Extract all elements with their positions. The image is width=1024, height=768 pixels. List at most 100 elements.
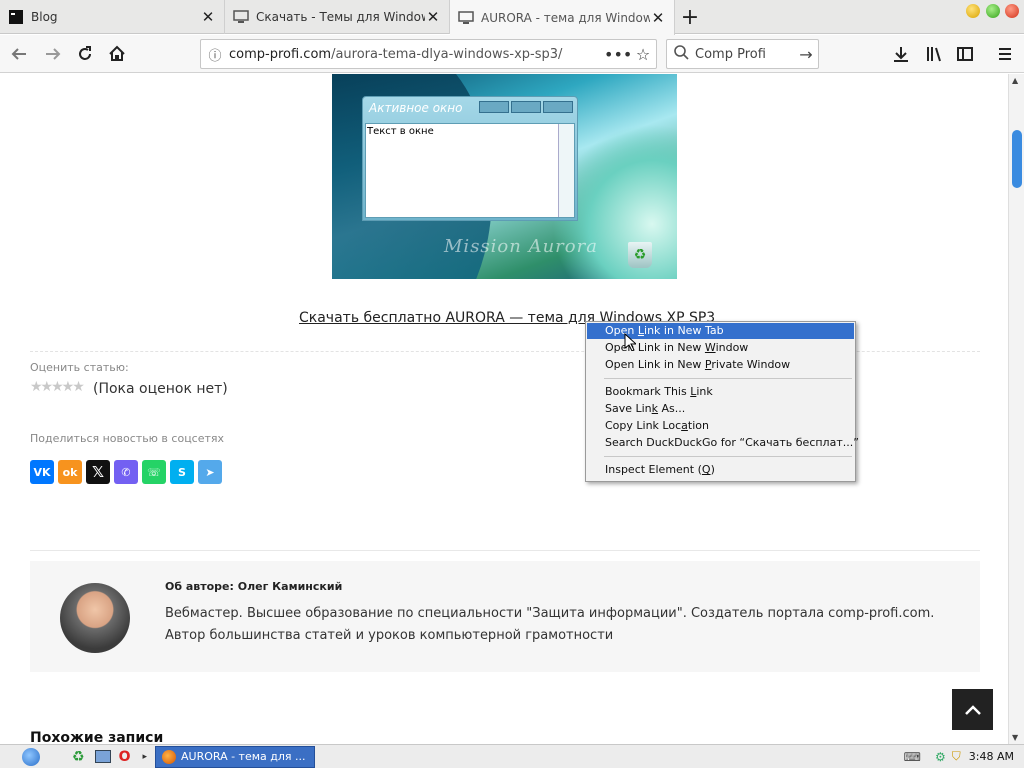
taskbar: ♻ O ▸ AURORA - тема для ... ⌨ ⚙ ⛉ 3:48 A… <box>0 744 1024 768</box>
page-scrollbar[interactable]: ▲ ▼ <box>1008 74 1024 744</box>
taskbar-clock: 3:48 AM <box>968 750 1014 763</box>
search-bar[interactable]: Comp Profi → <box>666 39 819 69</box>
sample-active-window: Активное окно Текст в окне <box>362 96 578 221</box>
menu-button[interactable] <box>992 41 1018 67</box>
menu-separator <box>604 456 852 457</box>
monitor-favicon-icon <box>233 9 249 25</box>
close-tab-icon[interactable]: ✕ <box>425 8 441 26</box>
share-telegram-button[interactable]: ➤ <box>198 460 222 484</box>
page-content: Активное окно Текст в окне Mission Auror… <box>0 74 1008 744</box>
downloads-button[interactable] <box>888 41 914 67</box>
url-domain: comp-profi.com <box>229 46 332 62</box>
sample-window-scrollbar <box>558 124 574 217</box>
address-bar[interactable]: ⓘ comp-profi.com/aurora-tema-dlya-window… <box>200 39 657 69</box>
aurora-theme-preview-image: Активное окно Текст в окне Mission Auror… <box>332 74 677 279</box>
tab-aurora[interactable]: AURORA - тема для Windows XP SP3 ✕ <box>450 0 675 35</box>
viber-icon: ✆ <box>121 465 131 479</box>
whatsapp-icon: ☏ <box>147 465 161 479</box>
page-actions-icon[interactable]: ••• <box>604 45 632 64</box>
sidebar-icon <box>957 47 973 61</box>
author-heading: Об авторе: Олег Каминский <box>165 580 343 593</box>
share-whatsapp-button[interactable]: ☏ <box>142 460 166 484</box>
task-title: AURORA - тема для ... <box>181 750 306 763</box>
new-tab-button[interactable]: + <box>678 5 702 30</box>
home-icon <box>109 45 125 61</box>
search-go-icon[interactable]: → <box>794 45 818 64</box>
menu-save-link-as[interactable]: Save Link As... <box>587 401 854 417</box>
quicklaunch-refresh-icon[interactable]: ♻ <box>72 749 85 765</box>
terminal-favicon-icon <box>8 9 24 25</box>
tab-downloads[interactable]: Скачать - Темы для Windows ✕ <box>225 0 450 34</box>
forward-arrow-icon <box>46 48 61 60</box>
home-button[interactable] <box>104 41 130 67</box>
navigation-toolbar: ⓘ comp-profi.com/aurora-tema-dlya-window… <box>0 35 1024 73</box>
tab-title: Скачать - Темы для Windows <box>256 10 425 24</box>
scroll-to-top-button[interactable] <box>952 689 993 730</box>
sidebar-toggle-button[interactable] <box>952 41 978 67</box>
url-path: /aurora-tema-dlya-windows-xp-sp3/ <box>331 46 563 62</box>
x-icon: 𝕏 <box>91 463 105 481</box>
menu-open-link-private-window[interactable]: Open Link in New Private Window <box>587 357 854 373</box>
tab-bar: Blog ✕ Скачать - Темы для Windows ✕ AURO… <box>0 0 1024 35</box>
back-button[interactable] <box>6 41 32 67</box>
url-text[interactable]: comp-profi.com/aurora-tema-dlya-windows-… <box>229 47 604 62</box>
sample-window-body: Текст в окне <box>365 123 575 218</box>
library-button[interactable] <box>921 41 947 67</box>
keyboard-tray-icon[interactable]: ⌨ <box>904 750 921 764</box>
monitor-favicon-icon <box>458 10 474 26</box>
close-tab-icon[interactable]: ✕ <box>200 8 216 26</box>
mission-aurora-logo: Mission Aurora <box>444 236 598 257</box>
reload-button[interactable] <box>72 41 98 67</box>
search-icon <box>667 44 695 64</box>
share-viber-button[interactable]: ✆ <box>114 460 138 484</box>
network-tray-icon[interactable]: ⚙ <box>935 750 946 764</box>
hamburger-menu-icon <box>999 48 1011 60</box>
reload-icon <box>79 46 91 60</box>
telegram-icon: ➤ <box>205 465 215 479</box>
recycle-bin-icon: ♻ <box>628 242 652 268</box>
sample-window-text: Текст в окне <box>367 126 434 137</box>
site-info-icon[interactable]: ⓘ <box>201 45 229 64</box>
share-vk-button[interactable]: VK <box>30 460 54 484</box>
chevron-up-icon <box>964 704 981 715</box>
scrollbar-thumb[interactable] <box>1012 130 1022 188</box>
author-bio: Вебмастер. Высшее образование по специал… <box>165 606 935 643</box>
menu-copy-link-location[interactable]: Copy Link Location <box>587 418 854 434</box>
scroll-down-arrow-icon[interactable]: ▼ <box>1012 733 1018 742</box>
quicklaunch-opera-icon[interactable]: O <box>119 749 131 765</box>
menu-bookmark-link[interactable]: Bookmark This Link <box>587 384 854 400</box>
close-window-button[interactable] <box>1005 4 1019 18</box>
forward-button[interactable] <box>40 41 66 67</box>
author-avatar <box>60 583 130 653</box>
menu-inspect-element[interactable]: Inspect Element (Q) <box>587 462 854 478</box>
share-label: Поделиться новостью в соцсетях <box>30 432 225 445</box>
maximize-window-button[interactable] <box>986 4 1000 18</box>
odnoklassniki-icon: ok <box>62 465 78 479</box>
author-divider <box>30 550 980 551</box>
tab-title: AURORA - тема для Windows XP SP3 <box>481 10 650 25</box>
start-menu-icon[interactable] <box>22 747 40 766</box>
scroll-up-arrow-icon[interactable]: ▲ <box>1012 76 1018 85</box>
menu-search-duckduckgo[interactable]: Search DuckDuckGo for “Скачать бесплат..… <box>587 435 859 451</box>
security-tray-icon[interactable]: ⛉ <box>952 749 961 764</box>
share-ok-button[interactable]: ok <box>58 460 82 484</box>
tab-title: Blog <box>31 10 58 24</box>
rating-status: (Пока оценок нет) <box>93 381 228 397</box>
search-engine-label: Comp Profi <box>695 46 766 62</box>
rating-stars[interactable]: ★★★★★ <box>30 379 85 395</box>
library-icon <box>927 47 941 62</box>
bookmark-star-icon[interactable]: ☆ <box>630 45 656 64</box>
share-x-button[interactable]: 𝕏 <box>86 460 110 484</box>
minimize-window-button[interactable] <box>966 4 980 18</box>
share-skype-button[interactable]: S <box>170 460 194 484</box>
related-heading: Похожие записи <box>30 730 164 744</box>
back-arrow-icon <box>11 48 26 60</box>
quicklaunch-more-icon[interactable]: ▸ <box>142 752 147 762</box>
tab-blog[interactable]: Blog ✕ <box>0 0 225 34</box>
rate-label: Оценить статью: <box>30 361 129 374</box>
sample-window-buttons <box>479 101 573 113</box>
quicklaunch-desktop-icon[interactable] <box>94 750 111 763</box>
close-tab-icon[interactable]: ✕ <box>650 9 666 27</box>
menu-separator <box>604 378 852 379</box>
taskbar-task-aurora[interactable]: AURORA - тема для ... <box>155 745 315 768</box>
